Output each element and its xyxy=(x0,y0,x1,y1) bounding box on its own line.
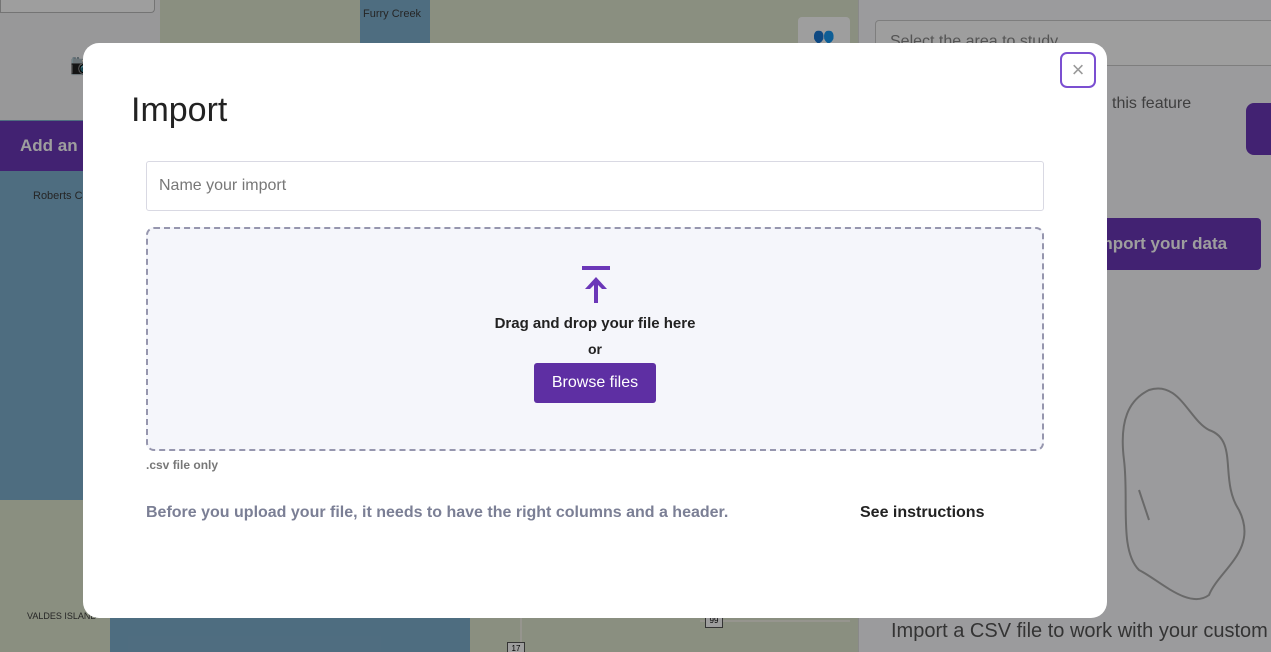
or-text: or xyxy=(588,341,602,357)
modal-title: Import xyxy=(131,91,228,129)
upload-requirements-text: Before you upload your file, it needs to… xyxy=(146,504,729,521)
see-instructions-link[interactable]: See instructions xyxy=(860,504,984,522)
csv-note: .csv file only xyxy=(146,458,219,472)
upload-icon xyxy=(582,266,610,303)
close-icon: × xyxy=(1071,57,1085,82)
file-dropzone[interactable]: Drag and drop your file here or Browse f… xyxy=(146,227,1044,451)
import-name-input[interactable] xyxy=(146,161,1044,211)
close-button[interactable]: × xyxy=(1060,52,1096,88)
browse-files-button[interactable]: Browse files xyxy=(534,363,656,403)
import-modal: × Import Drag and drop your file here or… xyxy=(83,43,1107,618)
drop-instruction: Drag and drop your file here xyxy=(494,315,696,332)
